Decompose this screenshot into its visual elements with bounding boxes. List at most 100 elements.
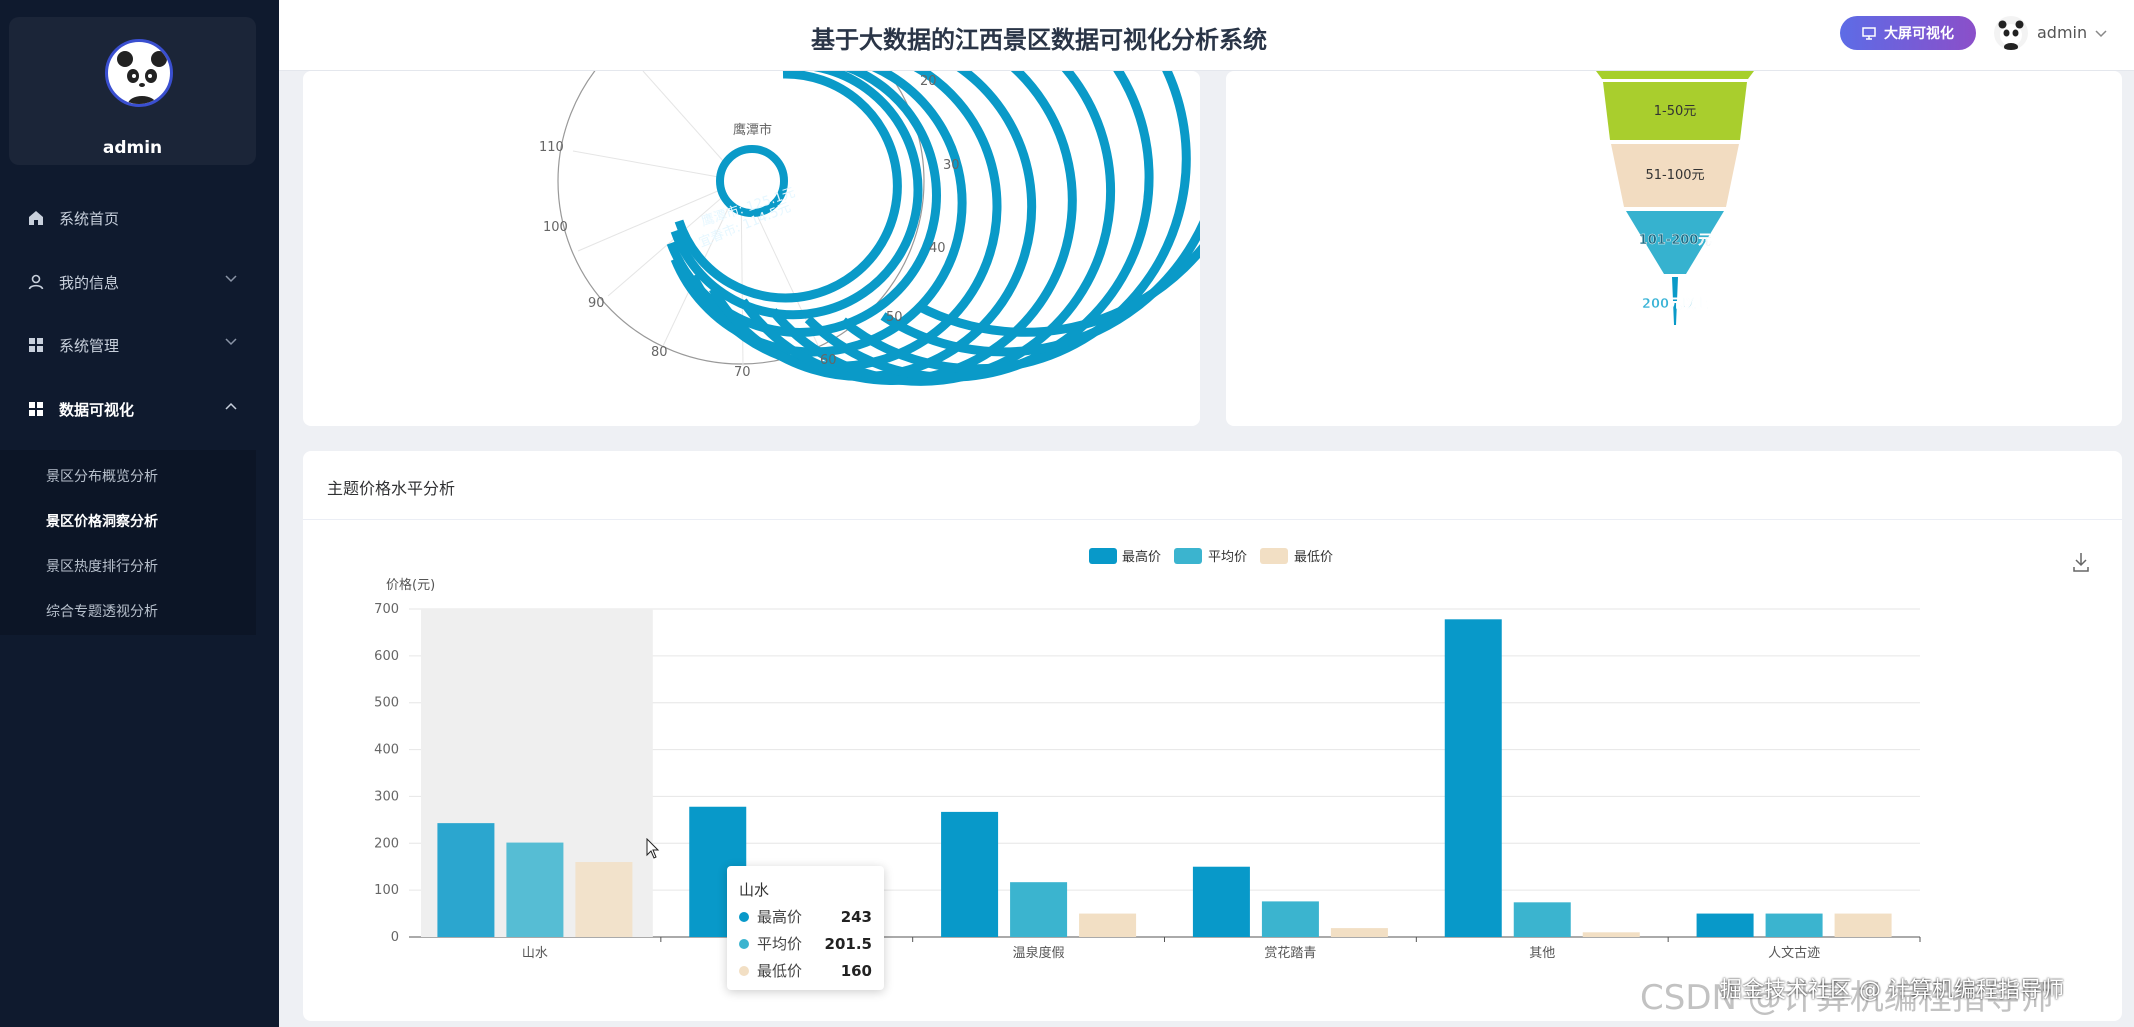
- submenu-item-price[interactable]: 景区价格洞察分析: [46, 511, 158, 531]
- polar-tick: 70: [734, 365, 751, 380]
- watermark-overlay: 掘金技术社区 @ 计算机编程指导师: [1720, 978, 2064, 1003]
- menu-item-label: 数据可视化: [59, 400, 135, 419]
- y-tick-label: 200: [374, 836, 399, 851]
- tooltip-series-value: 243: [840, 907, 872, 926]
- y-tick-label: 500: [374, 696, 399, 711]
- profile-username: admin: [102, 138, 163, 158]
- menu-item-system-manage[interactable]: 系统管理: [0, 320, 279, 370]
- page-title: 基于大数据的江西景区数据可视化分析系统: [811, 26, 1267, 54]
- bar[interactable]: [941, 811, 999, 937]
- tooltip-series-value: 160: [840, 961, 872, 980]
- sidebar: admin 系统首页 我的信息 系统管理 数据可视化 景区分布概览分析 景区价格…: [0, 0, 279, 1027]
- chevron-down-icon[interactable]: [2095, 22, 2107, 46]
- polar-tick: 60: [820, 353, 837, 368]
- user-icon: [28, 274, 44, 290]
- bar[interactable]: [437, 823, 495, 937]
- menu-item-data-visualization[interactable]: 数据可视化: [0, 384, 279, 434]
- bar[interactable]: [1582, 932, 1640, 937]
- submenu-item-distribution[interactable]: 景区分布概览分析: [46, 466, 158, 486]
- x-tick-label: 赏花踏青: [1264, 945, 1316, 961]
- grid-icon: [29, 338, 43, 352]
- legend-label-avg: 平均价: [1208, 550, 1247, 565]
- y-tick-label: 400: [374, 743, 399, 758]
- tooltip-marker: [739, 911, 749, 922]
- legend-swatch-avg: [1174, 548, 1202, 564]
- funnel-label: 200元以上: [1642, 297, 1708, 312]
- bar[interactable]: [506, 842, 564, 937]
- tooltip-row: 最低价 160: [739, 960, 872, 981]
- funnel-label: 51-100元: [1645, 168, 1704, 183]
- polar-tick: 50: [886, 310, 903, 325]
- bigscreen-label: 大屏可视化: [1884, 26, 1954, 42]
- menu-item-label: 我的信息: [59, 273, 120, 292]
- price-level-card: 主题价格水平分析 最高价 平均价 最低价 价格(元) 0 100 200 300 400…: [303, 451, 2122, 1021]
- chevron-down-icon: [225, 275, 237, 283]
- polar-tick: 20: [920, 74, 937, 89]
- mouse-cursor-icon: [646, 838, 660, 859]
- chart-legend: 最高价 平均价 最低价: [1089, 548, 1333, 565]
- bar[interactable]: [1192, 866, 1250, 937]
- polar-bar-chart: 鹰潭市 鹰潭市: 125.1元 宜春市: 114.5元 20 30 40 50 …: [539, 0, 1260, 386]
- bar[interactable]: [1330, 928, 1388, 937]
- polar-tick: 90: [588, 296, 605, 311]
- bar[interactable]: [1079, 913, 1137, 937]
- tooltip-series-name: 最高价: [757, 908, 803, 926]
- chevron-down-icon: [225, 338, 237, 346]
- home-icon: [29, 211, 43, 225]
- bar[interactable]: [1444, 619, 1502, 937]
- tooltip-series-value: 201.5: [824, 934, 872, 953]
- submenu-data-visualization: 景区分布概览分析 景区价格洞察分析 景区热度排行分析 综合专题透视分析: [0, 450, 256, 635]
- menu-item-label: 系统管理: [59, 336, 120, 355]
- bar[interactable]: [1010, 882, 1068, 937]
- polar-tick: 80: [651, 345, 668, 360]
- bar[interactable]: [1513, 902, 1571, 937]
- x-tick-label: 山水: [522, 946, 548, 961]
- header-avatar[interactable]: [1994, 16, 2028, 50]
- y-tick-label: 300: [374, 789, 399, 804]
- tooltip-series-name: 最低价: [757, 962, 803, 980]
- y-tick-label: 700: [374, 602, 399, 617]
- x-tick-label: 其他: [1529, 946, 1555, 961]
- polar-tick: 110: [539, 140, 564, 155]
- menu-item-my-info[interactable]: 我的信息: [0, 257, 279, 307]
- polar-tick: 100: [543, 220, 568, 235]
- y-tick-label: 100: [374, 883, 399, 898]
- polar-chart-card: 鹰潭市 鹰潭市: 125.1元 宜春市: 114.5元 20 30 40 50 …: [303, 0, 1260, 426]
- legend-label-max: 最高价: [1122, 549, 1161, 565]
- tooltip-marker: [739, 965, 749, 976]
- funnel-chart-card: 1-50元 51-100元 101-200元 200元以上: [1226, 71, 2122, 426]
- legend-swatch-max: [1089, 548, 1117, 564]
- bigscreen-button[interactable]: 大屏可视化: [1840, 16, 1976, 50]
- avatar[interactable]: [105, 39, 173, 107]
- funnel-label: 101-200元: [1639, 233, 1712, 248]
- y-tick-label: 0: [391, 930, 399, 945]
- tooltip-row: 最高价 243: [739, 906, 872, 927]
- submenu-item-topic[interactable]: 综合专题透视分析: [46, 601, 158, 621]
- menu-item-home[interactable]: 系统首页: [0, 193, 279, 243]
- tooltip-series-name: 平均价: [757, 935, 803, 953]
- grid-icon: [29, 402, 43, 416]
- bar[interactable]: [1765, 913, 1823, 937]
- chart-tooltip: 山水 最高价 243 平均价 201.5 最低价 160: [727, 866, 884, 990]
- bar[interactable]: [1696, 913, 1754, 937]
- legend-swatch-min: [1260, 548, 1288, 564]
- download-icon[interactable]: [2073, 553, 2089, 572]
- tooltip-marker: [739, 938, 749, 949]
- bar[interactable]: [575, 862, 633, 937]
- submenu-item-popularity[interactable]: 景区热度排行分析: [46, 556, 158, 576]
- header-username[interactable]: admin: [2037, 23, 2087, 42]
- bar[interactable]: [1261, 901, 1319, 937]
- panda-avatar-icon: [117, 51, 167, 104]
- polar-tick: 40: [929, 241, 946, 256]
- y-tick-label: 600: [374, 649, 399, 664]
- polar-city-label: 鹰潭市: [733, 122, 772, 138]
- panda-avatar-icon: [1998, 20, 2024, 50]
- legend-label-min: 最低价: [1294, 550, 1333, 565]
- top-header: 基于大数据的江西景区数据可视化分析系统 大屏可视化 admin: [279, 0, 2134, 71]
- y-axis-label: 价格(元): [386, 577, 435, 593]
- chevron-up-icon: [225, 402, 237, 410]
- menu-item-label: 系统首页: [59, 209, 120, 228]
- funnel-label: 1-50元: [1654, 104, 1697, 119]
- bar[interactable]: [1834, 913, 1892, 937]
- funnel-chart: 1-50元 51-100元 101-200元 200元以上: [1596, 71, 1754, 325]
